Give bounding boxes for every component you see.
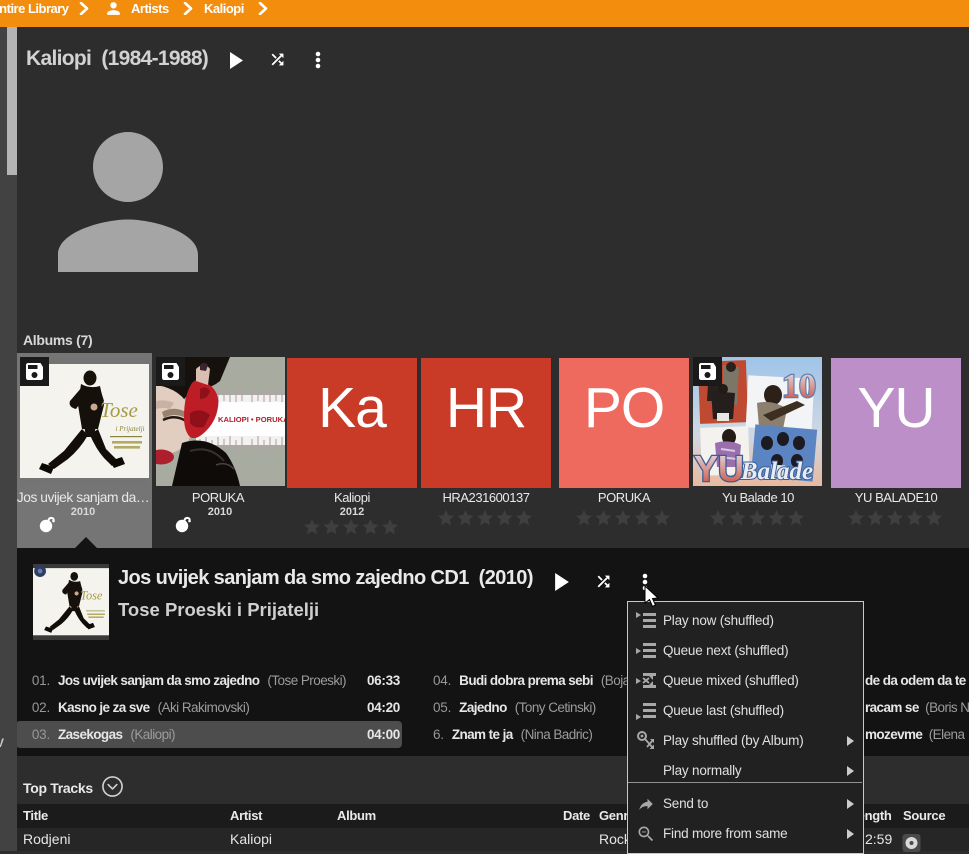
svg-text:10: 10 [782,368,816,405]
svg-text:YU: YU [694,448,744,486]
svg-text:KALIOPI • PORUKA: KALIOPI • PORUKA [218,415,285,424]
svg-text:Tose: Tose [80,588,103,602]
svg-text:i Prijatelji: i Prijatelji [116,425,145,433]
svg-text:Balade: Balade [740,458,813,485]
svg-text:Tose: Tose [100,398,138,422]
